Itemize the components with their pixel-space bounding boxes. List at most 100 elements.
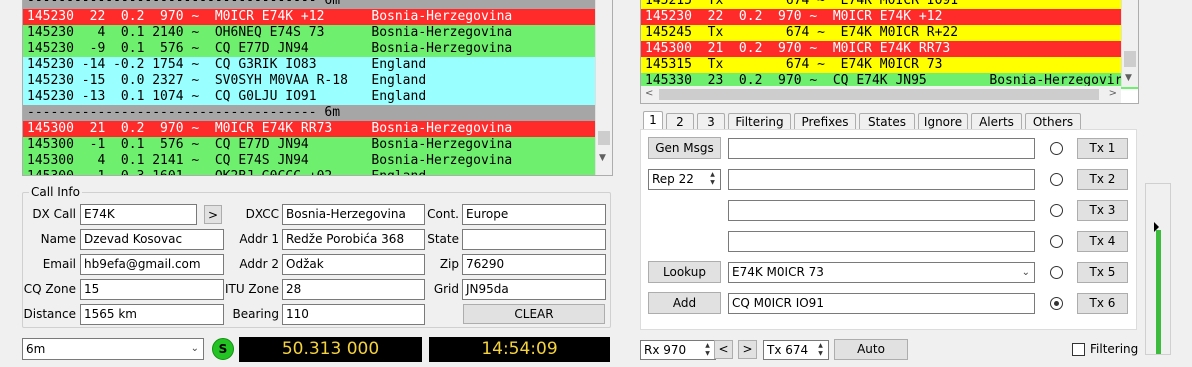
tab-3[interactable]: 3 <box>697 113 725 130</box>
email-field[interactable]: hb9efa@gmail.com <box>80 254 224 275</box>
addr2-field[interactable]: Odžak <box>282 254 425 275</box>
state-field[interactable] <box>462 229 606 250</box>
tx1-message-field[interactable] <box>728 138 1035 159</box>
tx4-button[interactable]: Tx 4 <box>1077 231 1128 252</box>
tx5-message-combo[interactable]: E74K M0ICR 73 ⌄ <box>728 262 1035 283</box>
band-activity-row[interactable]: 145300 -1 0.3 1601 ~ OK2BJ G0CCC +02 Eng… <box>23 169 612 175</box>
rx-frequency-value: Rx 970 <box>644 343 687 357</box>
tx4-radio[interactable] <box>1050 235 1063 248</box>
band-activity-row[interactable]: 145230 -15 0.0 2327 ~ SV0SYH M0VAA R-18 … <box>23 73 612 89</box>
tx1-button[interactable]: Tx 1 <box>1077 138 1128 159</box>
rx-frequency-row[interactable]: 145230 22 0.2 970 ~ M0ICR E74K +12 <box>641 9 1138 25</box>
rx-frequency-row[interactable]: 145245 Tx 674 ~ E74K M0ICR R+22 <box>641 25 1138 41</box>
scroll-down-icon[interactable]: ▼ <box>599 153 606 163</box>
dx-call-field[interactable]: E74K <box>80 204 197 225</box>
rx-frequency-row[interactable]: 145215 Tx 674 ~ E74K M0ICR IO91 <box>641 0 1138 9</box>
cont-label: Cont. <box>427 207 459 221</box>
prev-frequency-button[interactable]: < <box>714 340 733 359</box>
rx-frequency-row[interactable]: 145315 Tx 674 ~ E74K M0ICR 73 <box>641 57 1138 73</box>
clear-button[interactable]: CLEAR <box>463 304 605 324</box>
band-activity-row[interactable]: ------------------------------------- 6m <box>23 0 612 9</box>
rx-frequency-list[interactable]: 145215 Tx 674 ~ E74K M0ICR IO91 145230 22… <box>640 0 1139 104</box>
dx-call-go-button[interactable]: > <box>204 205 222 224</box>
tx2-message-field[interactable] <box>728 169 1035 190</box>
meter-level-bar <box>1156 230 1161 354</box>
spin-updown-icon[interactable]: ▲ ▼ <box>814 342 827 358</box>
name-field[interactable]: Dzevad Kosovac <box>80 229 224 250</box>
itu-zone-field[interactable]: 28 <box>282 279 425 300</box>
tx-frequency-spinbox[interactable]: Tx 674 ▲ ▼ <box>763 340 829 360</box>
tx5-radio[interactable] <box>1050 266 1063 279</box>
tx-frequency-value: Tx 674 <box>767 343 809 357</box>
band-activity-row[interactable]: 145300 4 0.1 2141 ~ CQ E74S JN94 Bosnia-… <box>23 153 612 169</box>
tx6-message-field[interactable]: CQ M0ICR IO91 <box>728 293 1035 314</box>
tx1-radio[interactable] <box>1050 142 1063 155</box>
spin-updown-icon[interactable]: ▲ ▼ <box>701 342 714 358</box>
band-activity-row[interactable]: 145230 4 0.1 2140 ~ OH6NEQ E74S 73 Bosni… <box>23 25 612 41</box>
tx6-button[interactable]: Tx 6 <box>1077 293 1128 314</box>
auto-button[interactable]: Auto <box>834 339 908 360</box>
scrollbar-thumb[interactable] <box>598 131 610 145</box>
bearing-field[interactable]: 110 <box>282 304 425 325</box>
band-activity-row[interactable]: 145300 -1 0.1 576 ~ CQ E77D JN94 Bosnia-… <box>23 137 612 153</box>
scroll-left-icon[interactable]: < <box>645 88 653 99</box>
tx3-button[interactable]: Tx 3 <box>1077 200 1128 221</box>
distance-field[interactable]: 1565 km <box>80 304 224 325</box>
tab-states[interactable]: States <box>859 113 915 130</box>
rx-frequency-rows: 145215 Tx 674 ~ E74K M0ICR IO91 145230 22… <box>641 0 1138 89</box>
band-select[interactable]: 6m ⌄ <box>22 338 204 360</box>
tx6-radio[interactable] <box>1050 297 1063 310</box>
tx4-message-field[interactable] <box>728 231 1035 252</box>
zip-field[interactable]: 76290 <box>462 254 606 275</box>
band-activity-list[interactable]: ------------------------------------- 6m… <box>22 0 613 176</box>
itu-zone-label: ITU Zone <box>224 282 279 296</box>
rx-frequency-vscrollbar[interactable]: ▼ <box>1121 0 1138 87</box>
cont-field[interactable]: Europe <box>462 204 606 225</box>
tx5-button[interactable]: Tx 5 <box>1077 262 1128 283</box>
band-activity-row[interactable]: 145230 -13 0.1 1074 ~ CQ G0LJU IO91 Engl… <box>23 89 612 105</box>
tab-others[interactable]: Others <box>1025 113 1081 130</box>
gen-msgs-button[interactable]: Gen Msgs <box>648 137 721 159</box>
dxcc-field[interactable]: Bosnia-Herzegovina <box>282 204 425 225</box>
spin-updown-icon[interactable]: ▲ ▼ <box>706 171 719 188</box>
status-s-indicator: S <box>212 338 234 360</box>
scroll-right-icon[interactable]: > <box>1109 88 1117 99</box>
tab-1[interactable]: 1 <box>643 111 663 130</box>
band-activity-row[interactable]: 145300 21 0.2 970 ~ M0ICR E74K RR73 Bosn… <box>23 121 612 137</box>
rx-frequency-hscrollbar[interactable]: < > <box>641 86 1121 103</box>
rep-spinbox[interactable]: Rep 22 ▲ ▼ <box>648 169 721 190</box>
chevron-down-icon: ⌄ <box>190 343 199 354</box>
band-select-value: 6m <box>26 342 46 356</box>
distance-label: Distance <box>23 307 76 321</box>
scrollbar-thumb[interactable] <box>659 89 1099 100</box>
scrollbar-thumb[interactable] <box>1124 51 1136 67</box>
tab-ignore[interactable]: Ignore <box>918 113 968 130</box>
tx2-button[interactable]: Tx 2 <box>1077 169 1128 190</box>
dxcc-label: DXCC <box>245 207 279 221</box>
time-display: 14:54:09 <box>429 337 610 362</box>
filtering-checkbox[interactable] <box>1072 343 1085 356</box>
tab-alerts[interactable]: Alerts <box>971 113 1022 130</box>
tab-prefixes[interactable]: Prefixes <box>794 113 856 130</box>
band-activity-scrollbar[interactable]: ▼ <box>595 0 612 175</box>
cq-zone-field[interactable]: 15 <box>80 279 224 300</box>
tab-2[interactable]: 2 <box>666 113 694 130</box>
chevron-down-icon[interactable]: ⌄ <box>1022 263 1030 282</box>
tab-filtering[interactable]: Filtering <box>728 113 791 130</box>
grid-field[interactable]: JN95da <box>462 279 606 300</box>
add-button[interactable]: Add <box>648 292 721 314</box>
lookup-button[interactable]: Lookup <box>648 261 721 283</box>
scroll-down-icon[interactable]: ▼ <box>1125 73 1132 83</box>
tx3-message-field[interactable] <box>728 200 1035 221</box>
rx-frequency-spinbox[interactable]: Rx 970 ▲ ▼ <box>640 340 716 360</box>
rx-frequency-row[interactable]: 145300 21 0.2 970 ~ M0ICR E74K RR73 <box>641 41 1138 57</box>
tx3-radio[interactable] <box>1050 204 1063 217</box>
tx2-radio[interactable] <box>1050 173 1063 186</box>
band-activity-row[interactable]: 145230 -9 0.1 576 ~ CQ E77D JN94 Bosnia-… <box>23 41 612 57</box>
band-activity-row[interactable]: 145230 22 0.2 970 ~ M0ICR E74K +12 Bosni… <box>23 9 612 25</box>
band-activity-row[interactable]: 145230 -14 -0.2 1754 ~ CQ G3RIK IO83 Eng… <box>23 57 612 73</box>
signal-level-meter <box>1145 183 1171 355</box>
addr1-field[interactable]: Redže Porobića 368 <box>282 229 425 250</box>
next-frequency-button[interactable]: > <box>738 340 757 359</box>
band-activity-row[interactable]: ------------------------------------- 6m <box>23 105 612 121</box>
